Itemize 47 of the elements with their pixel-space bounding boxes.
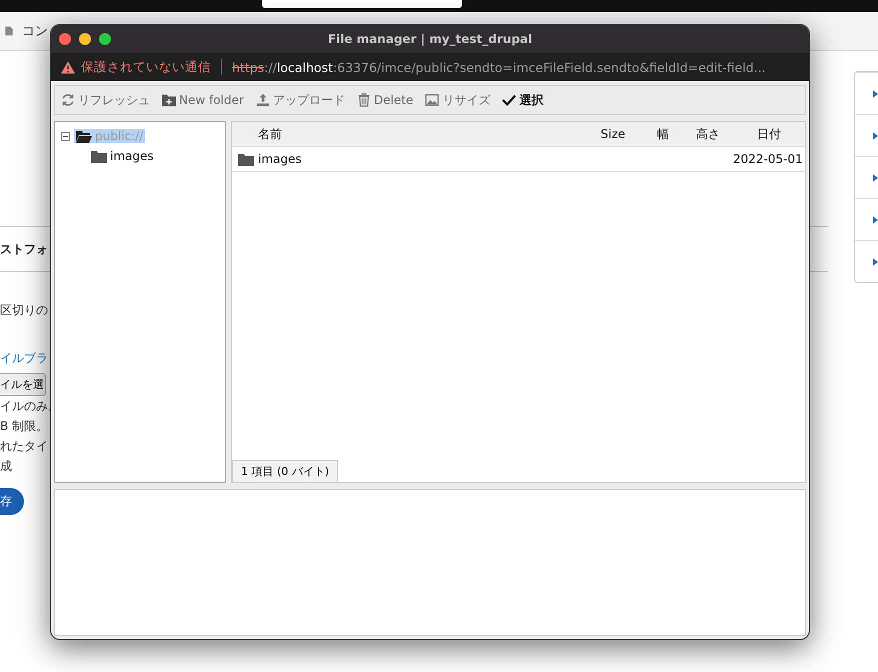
- tab-label[interactable]: コン: [22, 22, 48, 40]
- folder-icon: [238, 152, 254, 166]
- file-name-cell[interactable]: images: [232, 147, 583, 171]
- section-heading: ストフォ: [0, 240, 48, 258]
- window-title: File manager | my_test_drupal: [326, 32, 534, 46]
- column-header[interactable]: 名前: [232, 122, 583, 146]
- expand-arrow-icon: [873, 88, 878, 98]
- image-icon: [425, 93, 440, 107]
- description-text: 区切りの: [0, 302, 48, 319]
- description-text: 成: [0, 458, 12, 475]
- expand-arrow-icon: [873, 172, 878, 182]
- folder-tree-item[interactable]: images: [89, 149, 156, 163]
- expand-arrow-icon: [873, 256, 878, 266]
- close-icon[interactable]: [59, 33, 71, 45]
- choose-file-button[interactable]: イルを選: [0, 373, 46, 396]
- resize-button[interactable]: リサイズ: [425, 92, 490, 108]
- expand-arrow-icon: [873, 214, 878, 224]
- date-cell-text: 2022-05-01: [733, 151, 804, 168]
- description-text: れたタイ: [0, 438, 48, 455]
- column-header[interactable]: 日付: [733, 122, 805, 146]
- collapse-toggle[interactable]: [61, 132, 70, 140]
- upload-button[interactable]: アップロード: [256, 92, 345, 108]
- document-icon: [4, 24, 14, 38]
- description-text: B 制限。: [0, 418, 48, 435]
- new-folder-button[interactable]: New folder: [162, 93, 244, 107]
- checkmark-icon: [502, 93, 516, 107]
- column-header[interactable]: 高さ: [683, 122, 733, 146]
- url-text[interactable]: https://localhost:63376/imce/public?sendto=imceFileField.sendto&fieldId=edit-field...: [232, 60, 766, 74]
- column-header[interactable]: Size: [583, 122, 643, 146]
- new-folder-icon: [162, 93, 176, 107]
- minimize-icon[interactable]: [79, 33, 91, 45]
- trash-icon: [356, 93, 371, 107]
- security-warning[interactable]: 保護されていない通信: [81, 58, 211, 76]
- select-button[interactable]: 選択: [502, 92, 544, 108]
- folder-icon: [91, 150, 107, 162]
- refresh-button[interactable]: リフレッシュ: [61, 92, 150, 108]
- upload-icon: [256, 93, 270, 107]
- delete-button[interactable]: Delete: [356, 93, 414, 107]
- column-header[interactable]: 幅: [643, 122, 683, 146]
- open-folder-icon: [76, 130, 92, 142]
- maximize-icon[interactable]: [99, 33, 111, 45]
- refresh-icon: [61, 93, 75, 107]
- file-browser-link[interactable]: イルブラ: [0, 350, 48, 367]
- expand-arrow-icon: [873, 130, 878, 140]
- warning-icon: [61, 60, 75, 74]
- save-button[interactable]: 存: [0, 488, 24, 515]
- status-text: 1 項目 (0 バイト): [232, 460, 338, 482]
